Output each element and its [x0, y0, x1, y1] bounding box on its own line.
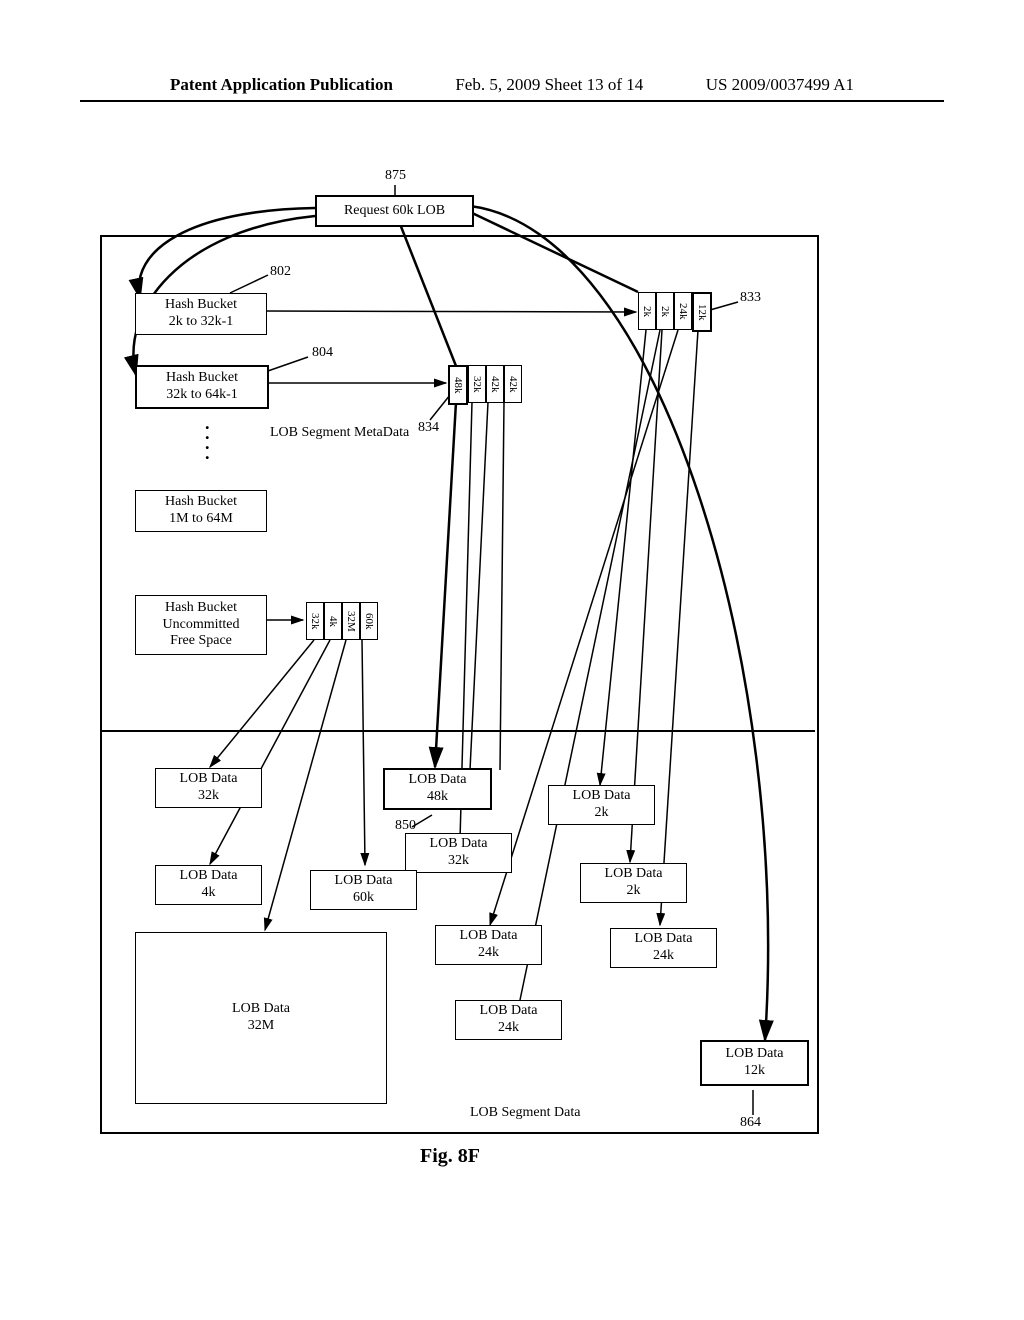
ref-864: 864 — [740, 1115, 761, 1131]
ref-875: 875 — [385, 168, 406, 184]
diagram: 875 Request 60k LOB 802 804 833 834 Hash… — [100, 170, 930, 1190]
lob-24k-a: LOB Data 24k — [435, 925, 542, 965]
header-right: US 2009/0037499 A1 — [706, 75, 854, 95]
lob-4k: LOB Data 4k — [155, 865, 262, 905]
chipset-uncommitted: 32k 4k 32M 60k — [306, 602, 378, 640]
figure-caption: Fig. 8F — [420, 1145, 480, 1168]
ref-802: 802 — [270, 264, 291, 280]
hash-bucket-3: Hash Bucket 1M to 64M — [135, 490, 267, 532]
header-left: Patent Application Publication — [170, 75, 393, 95]
page-header: Patent Application Publication Feb. 5, 2… — [80, 0, 944, 102]
lob-2k-b: LOB Data 2k — [580, 863, 687, 903]
header-center: Feb. 5, 2009 Sheet 13 of 14 — [455, 75, 643, 95]
lob-32k: LOB Data 32k — [155, 768, 262, 808]
ref-834: 834 — [418, 420, 439, 436]
divider-line — [100, 730, 815, 732]
lob-60k: LOB Data 60k — [310, 870, 417, 910]
lob-32m: LOB Data 32M — [135, 932, 387, 1104]
ref-804: 804 — [312, 345, 333, 361]
lob-12k: LOB Data 12k — [700, 1040, 809, 1086]
metadata-label: LOB Segment MetaData — [270, 425, 409, 441]
chipset-833: 2k 2k 24k 12k — [638, 292, 712, 332]
lob-32k-b: LOB Data 32k — [405, 833, 512, 873]
lob-48k: LOB Data 48k — [383, 768, 492, 810]
chipset-834: 48k 32k 42k 42k — [448, 365, 522, 405]
ref-850: 850 — [395, 818, 416, 834]
segdata-label: LOB Segment Data — [470, 1105, 580, 1121]
request-box: Request 60k LOB — [315, 195, 474, 227]
lob-2k-a: LOB Data 2k — [548, 785, 655, 825]
lob-24k-b: LOB Data 24k — [610, 928, 717, 968]
ref-833: 833 — [740, 290, 761, 306]
request-label: Request 60k LOB — [344, 203, 445, 220]
lob-24k-c: LOB Data 24k — [455, 1000, 562, 1040]
hash-bucket-uncommitted: Hash Bucket Uncommitted Free Space — [135, 595, 267, 655]
hash-bucket-1: Hash Bucket 2k to 32k-1 — [135, 293, 267, 335]
ellipsis-dots: .... — [205, 418, 210, 458]
hash-bucket-2: Hash Bucket 32k to 64k-1 — [135, 365, 269, 409]
